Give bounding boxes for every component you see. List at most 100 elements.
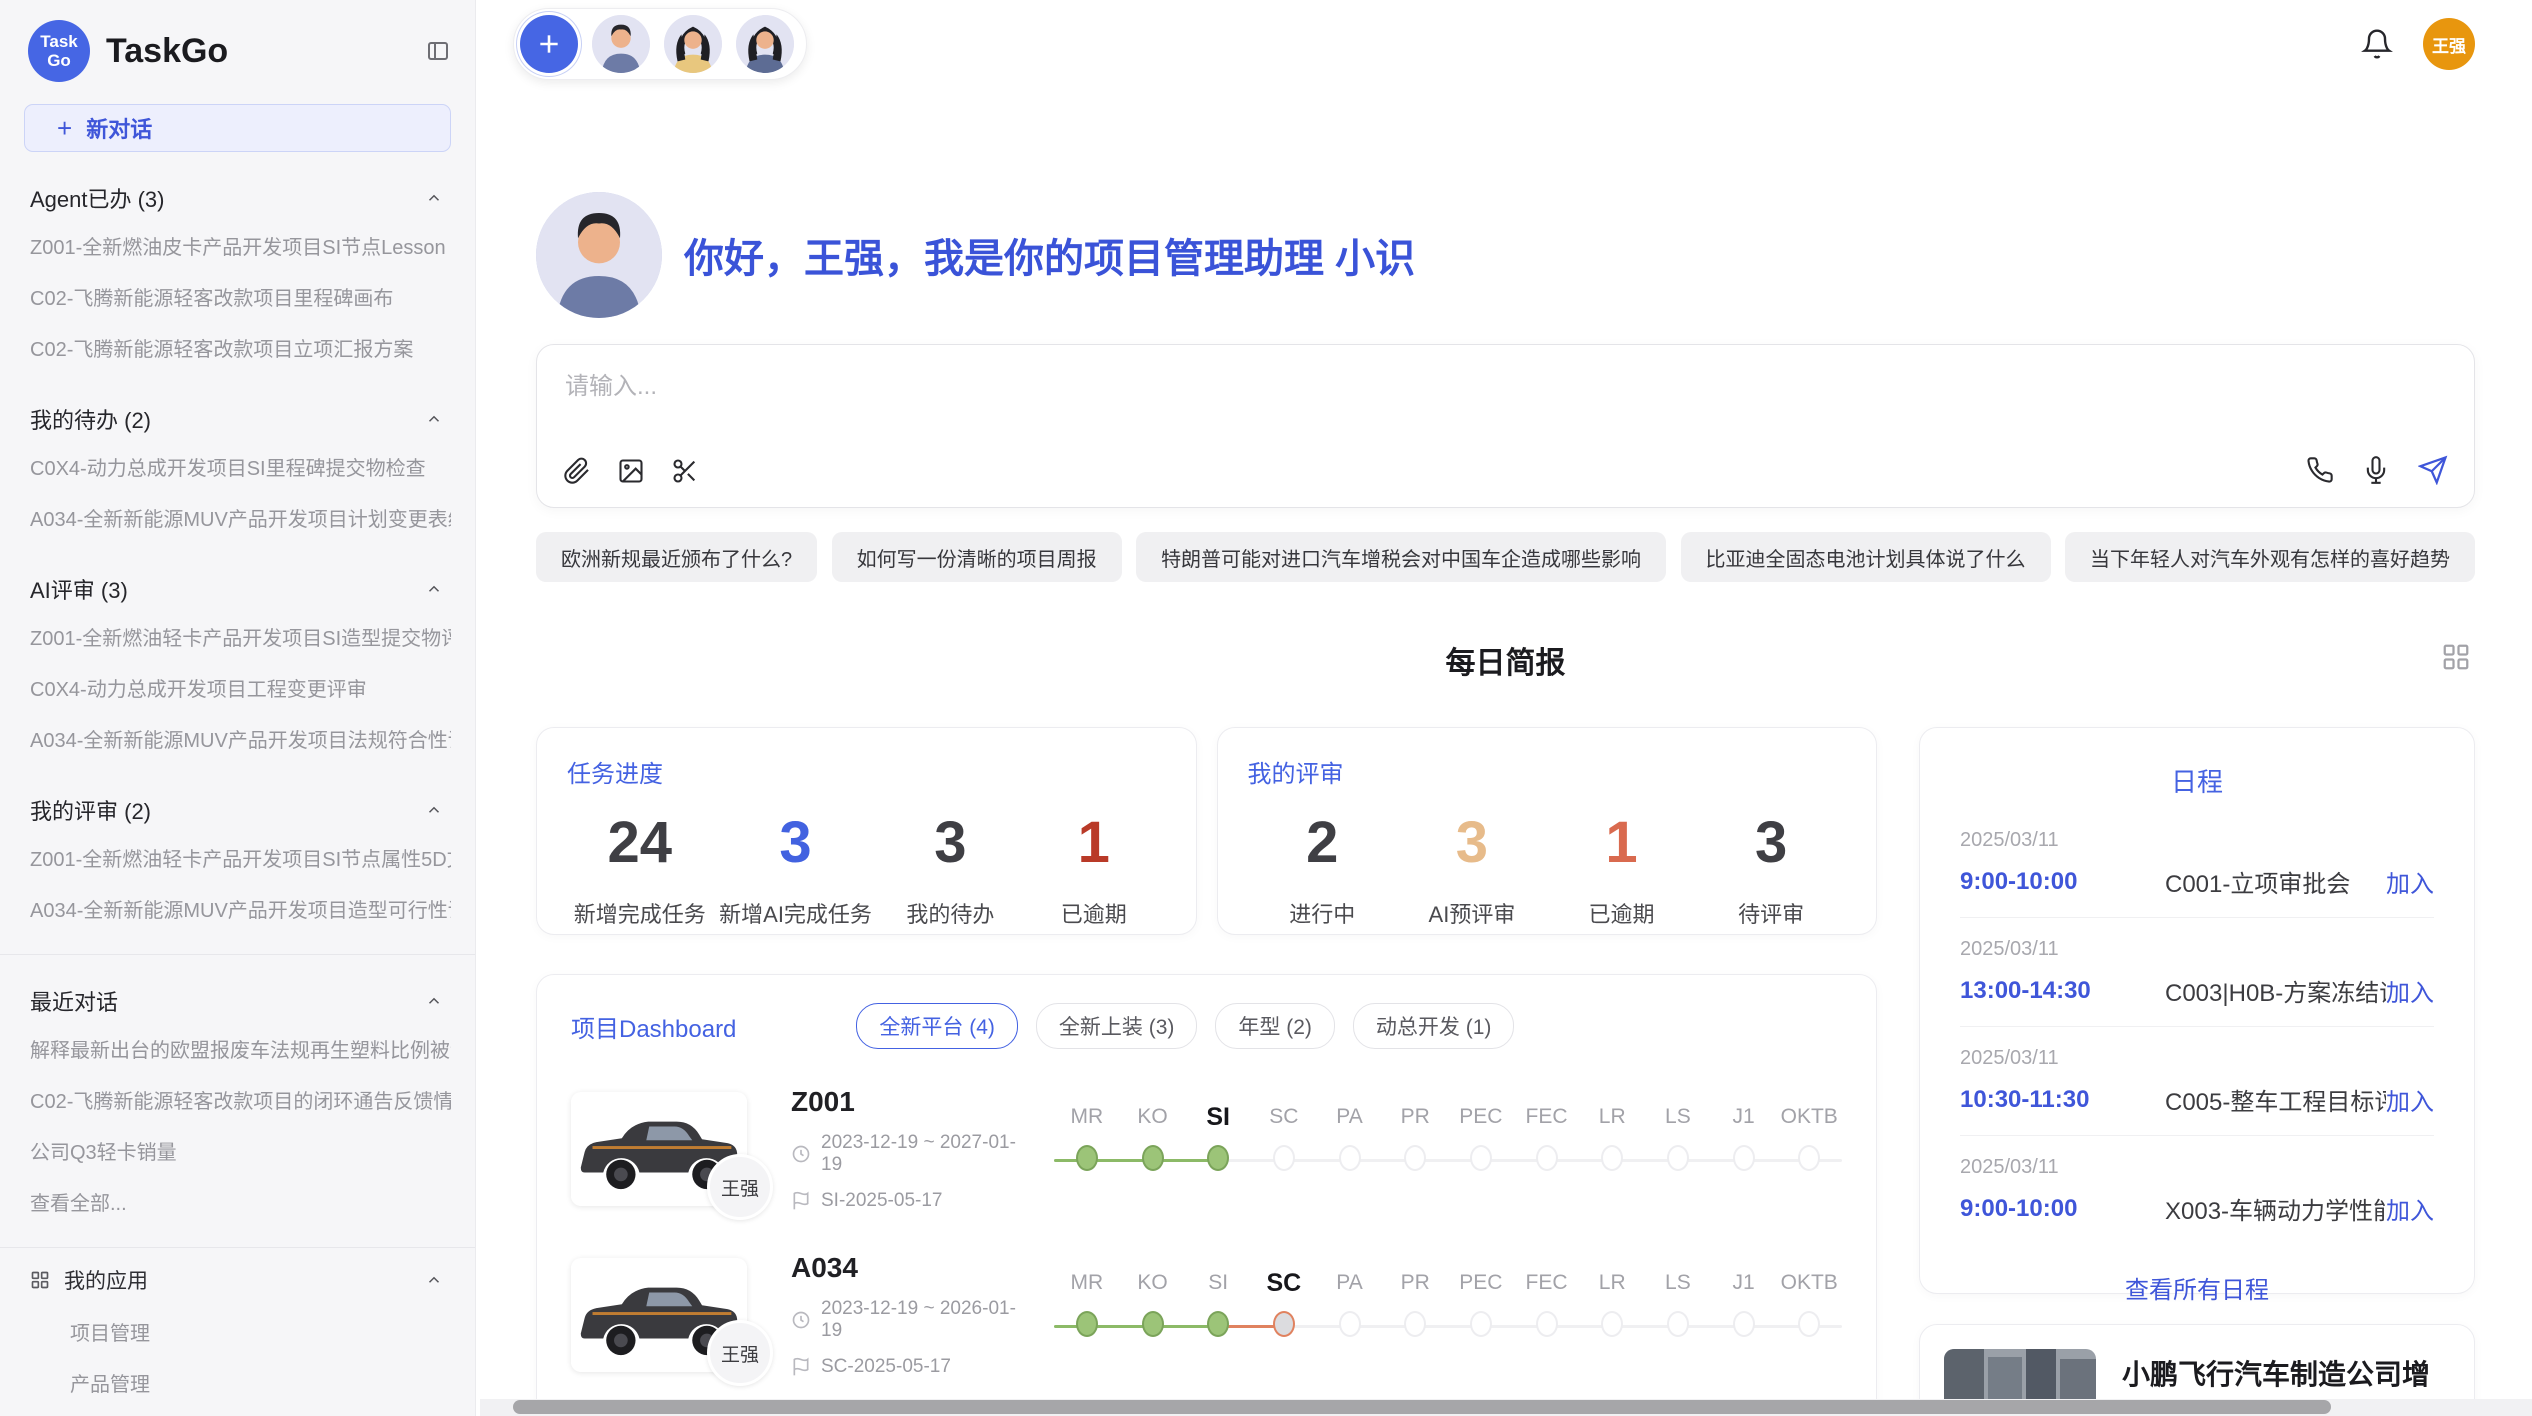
milestone-cell: J1 — [1711, 1101, 1777, 1197]
app-item[interactable]: 产品管理 — [24, 1357, 451, 1408]
chevron-up-icon[interactable] — [425, 801, 443, 819]
sidebar-item[interactable]: C0X4-动力总成开发项目SI里程碑提交物检查 — [24, 441, 451, 492]
filter-chip[interactable]: 全新平台 (4) — [856, 1003, 1018, 1049]
attachment-icon[interactable] — [563, 457, 591, 485]
layout-grid-icon[interactable] — [2441, 642, 2471, 672]
section-header[interactable]: 最近对话 — [24, 985, 451, 1017]
sidebar-item[interactable]: A034-全新新能源MUV产品开发项目造型可行性评审 — [24, 883, 451, 934]
section-header[interactable]: Agent已办 (3) — [24, 182, 451, 214]
suggestion-chip[interactable]: 特朗普可能对进口汽车增税会对中国车企造成哪些影响 — [1136, 532, 1666, 582]
user-avatar[interactable]: 王强 — [2423, 18, 2475, 70]
agent-avatar-3[interactable] — [736, 15, 794, 73]
stats-row: 任务进度 24 新增完成任务 3 新增AI — [536, 727, 1877, 935]
milestone-label: LS — [1645, 1101, 1711, 1133]
milestone-label: OKTB — [1776, 1267, 1842, 1299]
project-row[interactable]: 王强 A034 2023-12-19 ~ 2026-01-19 — [571, 1255, 1842, 1375]
recent-conversation-item[interactable]: 查看全部... — [24, 1176, 451, 1227]
chevron-up-icon[interactable] — [425, 1271, 443, 1289]
milestone-cell: OKTB — [1776, 1267, 1842, 1363]
sidebar-item[interactable]: C02-飞腾新能源轻客改款项目立项汇报方案 — [24, 322, 451, 373]
milestone-cell: LR — [1579, 1267, 1645, 1363]
chevron-up-icon[interactable] — [425, 410, 443, 428]
right-column: 日程 2025/03/11 9:00-10:00 C001-立项审批会 加入 — [1919, 727, 2475, 1416]
flag-icon — [791, 1357, 811, 1377]
filter-chip[interactable]: 动总开发 (1) — [1353, 1003, 1515, 1049]
scissors-icon[interactable] — [671, 457, 699, 485]
project-row[interactable]: 王强 Z001 2023-12-19 ~ 2027-01-19 — [571, 1089, 1842, 1209]
event-time: 10:30-11:30 — [1960, 1086, 2165, 1114]
event-join-link[interactable]: 加入 — [2386, 973, 2434, 1008]
app-item[interactable]: 变更管理 — [24, 1408, 451, 1416]
send-icon[interactable] — [2418, 455, 2448, 485]
message-input[interactable] — [551, 359, 2460, 415]
suggestion-chip[interactable]: 比亚迪全固态电池计划具体说了什么 — [1681, 532, 2051, 582]
milestone-label: SI — [1185, 1267, 1251, 1299]
suggestion-chip[interactable]: 欧洲新规最近颁布了什么? — [536, 532, 817, 582]
sidebar-item[interactable]: A034-全新新能源MUV产品开发项目法规符合性评审 — [24, 713, 451, 764]
schedule-events: 2025/03/11 9:00-10:00 C001-立项审批会 加入 2025… — [1960, 809, 2434, 1244]
filter-chip[interactable]: 全新上装 (3) — [1036, 1003, 1198, 1049]
schedule-event: 2025/03/11 9:00-10:00 C001-立项审批会 加入 — [1960, 809, 2434, 918]
section-header[interactable]: 我的待办 (2) — [24, 403, 451, 435]
horizontal-scrollbar-track[interactable] — [480, 1399, 2532, 1416]
chevron-up-icon[interactable] — [425, 992, 443, 1010]
stat: 3 AI预评审 — [1407, 813, 1537, 929]
milestone-dot — [1733, 1311, 1755, 1337]
stat-value: 2 — [1257, 813, 1387, 873]
project-info: Z001 2023-12-19 ~ 2027-01-19 SI-2025-05-… — [791, 1086, 1026, 1212]
filter-chip[interactable]: 年型 (2) — [1215, 1003, 1335, 1049]
event-join-link[interactable]: 加入 — [2386, 864, 2434, 899]
section-header[interactable]: AI评审 (3) — [24, 573, 451, 605]
recent-conversation-item[interactable]: 公司Q3轻卡销量 — [24, 1125, 451, 1176]
section-header[interactable]: 我的评审 (2) — [24, 794, 451, 826]
recent-conversation-item[interactable]: C02-飞腾新能源轻客改款项目的闭环通告反馈情况 — [24, 1074, 451, 1125]
milestone-cell: KO — [1120, 1267, 1186, 1363]
stat: 3 新增AI完成任务 — [719, 813, 872, 929]
suggestion-chip[interactable]: 如何写一份清晰的项目周报 — [832, 532, 1122, 582]
app-title: TaskGo — [106, 32, 228, 71]
project-dates: 2023-12-19 ~ 2026-01-19 — [791, 1298, 1026, 1342]
app-logo: Task Go — [28, 20, 90, 82]
recent-conversation-item[interactable]: 解释最新出台的欧盟报废车法规再生塑料比例被调至15%... — [24, 1023, 451, 1074]
sidebar-header: Task Go TaskGo — [24, 0, 451, 96]
chevron-up-icon[interactable] — [425, 580, 443, 598]
milestone-cell: PEC — [1448, 1101, 1514, 1197]
milestone-dot — [1404, 1145, 1426, 1171]
event-join-link[interactable]: 加入 — [2386, 1082, 2434, 1117]
suggestion-chip[interactable]: 当下年轻人对汽车外观有怎样的喜好趋势 — [2065, 532, 2475, 582]
milestone-label: PR — [1382, 1101, 1448, 1133]
milestone-cell: MR — [1054, 1101, 1120, 1197]
microphone-icon[interactable] — [2362, 456, 2390, 484]
milestone-timeline: MRKOSISCPAPRPECFECLRLSJ1OKTB — [1054, 1101, 1842, 1197]
sidebar-item[interactable]: A034-全新新能源MUV产品开发项目计划变更表编写 — [24, 492, 451, 543]
dashboard-column: 任务进度 24 新增完成任务 3 新增AI — [536, 727, 1877, 1416]
new-chat-button[interactable]: + 新对话 — [24, 104, 451, 152]
view-all-schedule-link[interactable]: 查看所有日程 — [1960, 1270, 2434, 1305]
sidebar-item[interactable]: C0X4-动力总成开发项目工程变更评审 — [24, 662, 451, 713]
notification-bell-icon[interactable] — [2361, 28, 2393, 60]
sidebar-collapse-icon[interactable] — [425, 39, 451, 63]
image-icon[interactable] — [617, 457, 645, 485]
milestone-cell: LS — [1645, 1101, 1711, 1197]
horizontal-scrollbar-thumb[interactable] — [513, 1400, 2331, 1414]
stat: 1 已逾期 — [1029, 813, 1159, 929]
agent-avatar-2[interactable] — [664, 15, 722, 73]
stat: 2 进行中 — [1257, 813, 1387, 929]
sidebar-item[interactable]: C02-飞腾新能源轻客改款项目里程碑画布 — [24, 271, 451, 322]
chevron-up-icon[interactable] — [425, 189, 443, 207]
logo-line1: Task — [40, 32, 78, 51]
milestone-dot — [1076, 1311, 1098, 1337]
main-area: 王强 你好，王强，我是你的项目管理助理 小识 欧洲新规最近颁布了什么?如何写一份… — [476, 0, 2532, 1416]
sidebar-item[interactable]: Z001-全新燃油皮卡产品开发项目SI节点Lesson Learn报告 — [24, 220, 451, 271]
my-apps-row[interactable]: 我的应用 — [24, 1254, 451, 1306]
milestone-dot — [1601, 1311, 1623, 1337]
sidebar-item[interactable]: Z001-全新燃油轻卡产品开发项目SI造型提交物评审 — [24, 611, 451, 662]
app-window: Task Go TaskGo + 新对话 Agent已办 (3) Z001-全新… — [0, 0, 2532, 1416]
sidebar-item[interactable]: Z001-全新燃油轻卡产品开发项目SI节点属性5D文件评审 — [24, 832, 451, 883]
app-item[interactable]: 项目管理 — [24, 1306, 451, 1357]
phone-icon[interactable] — [2306, 456, 2334, 484]
add-agent-button[interactable] — [520, 15, 578, 73]
event-join-link[interactable]: 加入 — [2386, 1191, 2434, 1226]
agent-avatar-1[interactable] — [592, 15, 650, 73]
milestone-dot — [1733, 1145, 1755, 1171]
